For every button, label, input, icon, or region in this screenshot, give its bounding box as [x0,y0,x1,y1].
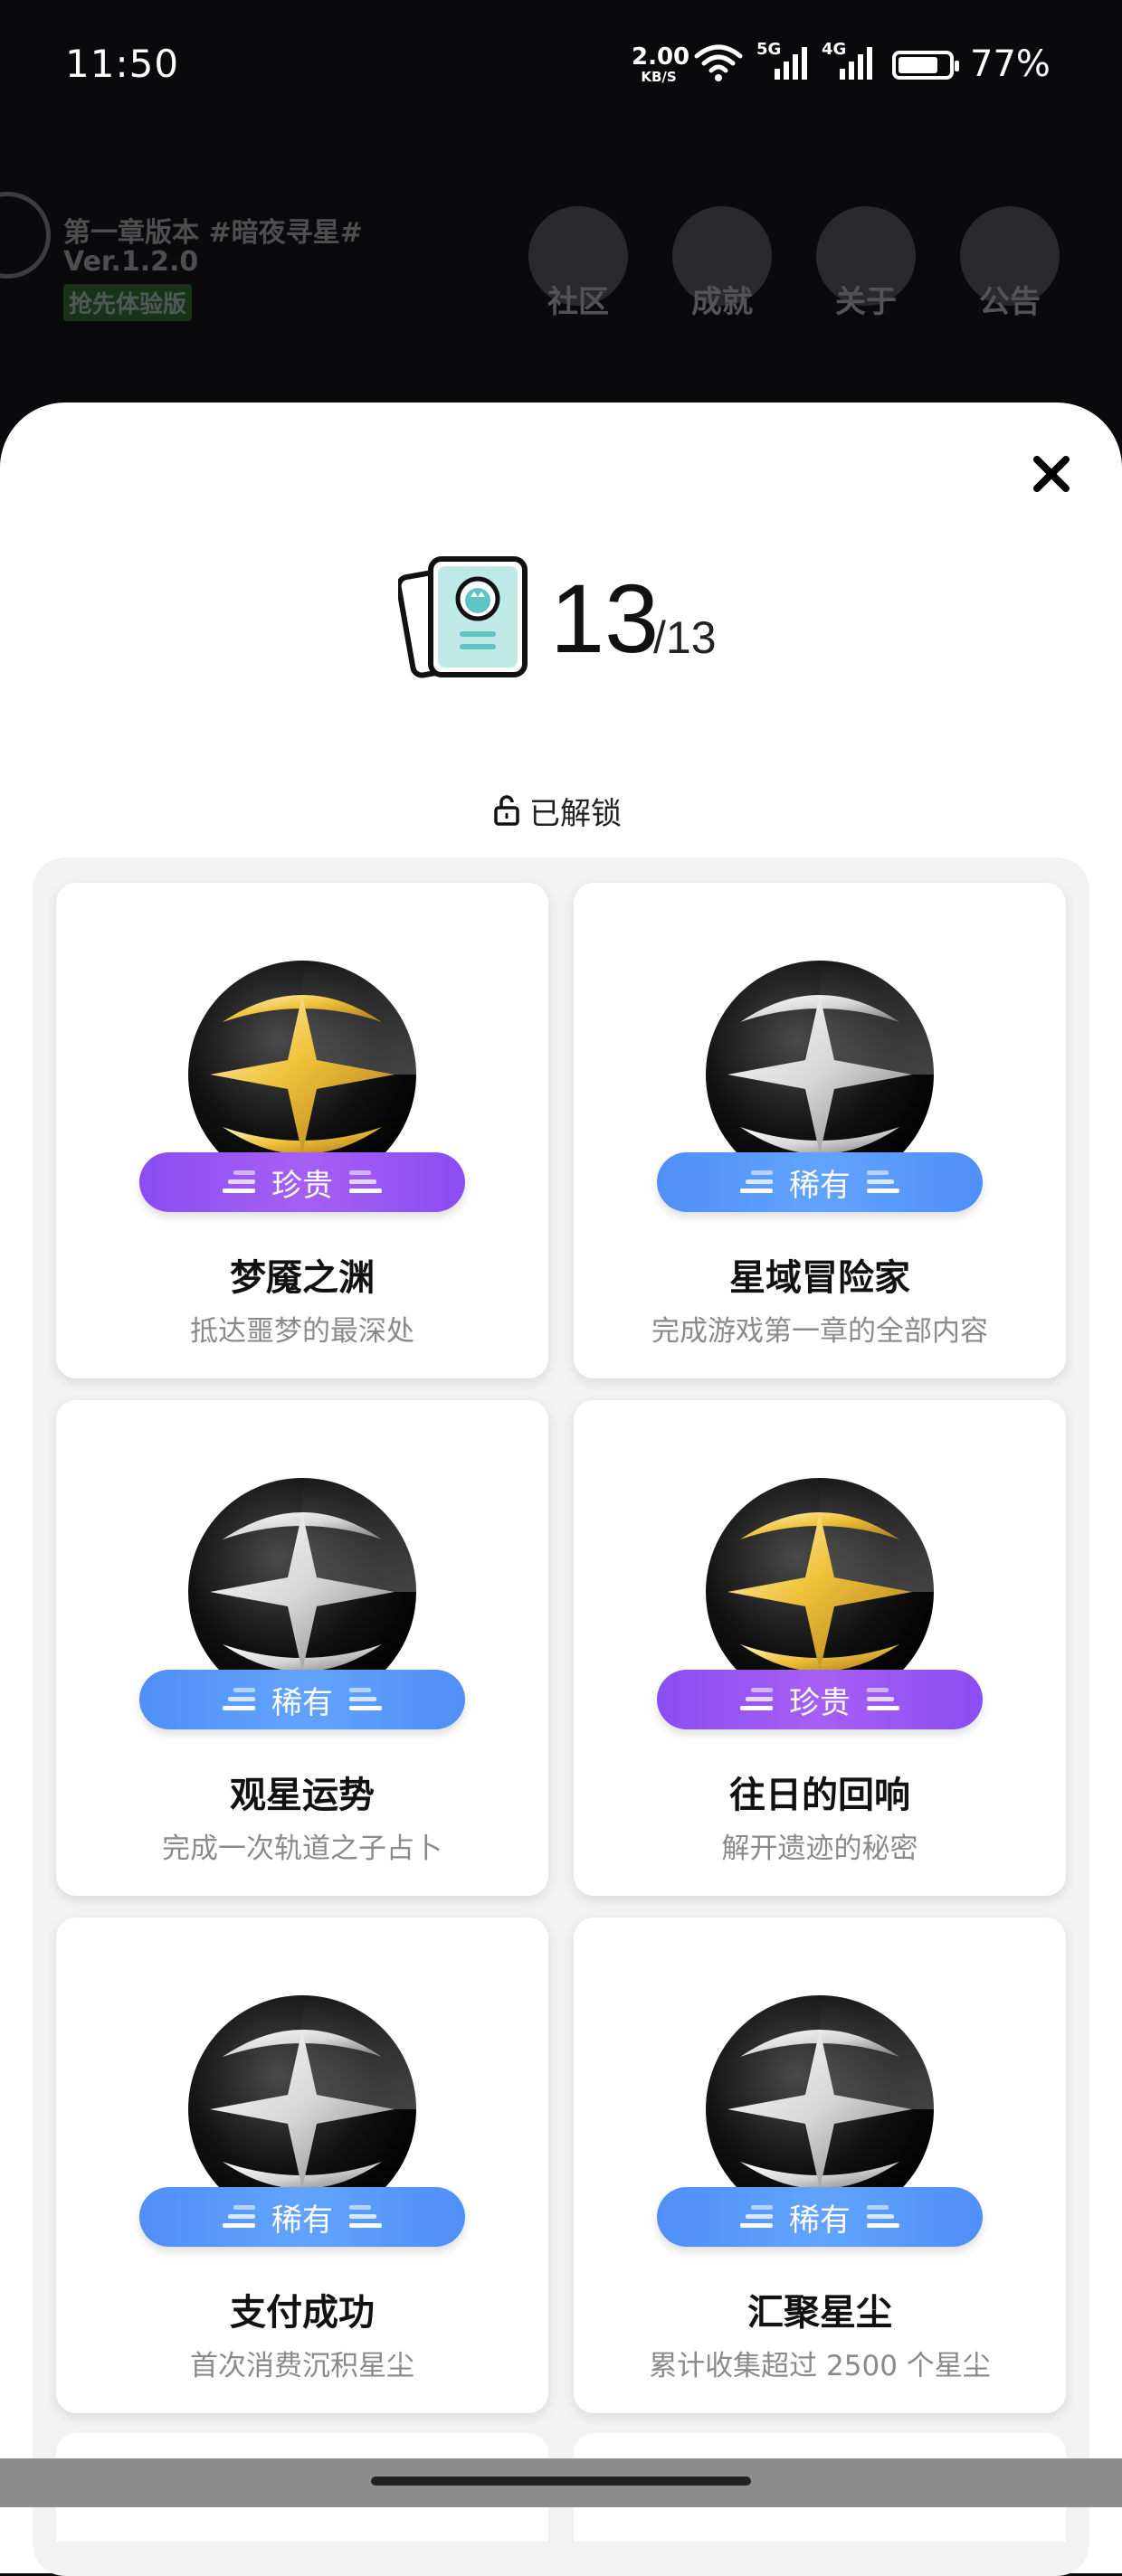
unlock-icon [494,795,519,826]
achievement-card[interactable]: 珍贵 往日的回响 解开遗迹的秘密 [574,1400,1066,1896]
rarity-label: 珍贵 [271,1167,333,1204]
achievement-description: 完成游戏第一章的全部内容 [651,1315,988,1348]
achievement-card[interactable]: 稀有 汇聚星尘 累计收集超过 2500 个星尘 [574,1918,1066,2413]
achievement-card[interactable]: 稀有 星域冒险家 完成游戏第一章的全部内容 [574,883,1066,1378]
rarity-badge: 稀有 [657,1152,983,1212]
background-app-header: 第一章版本 #暗夜寻星# Ver.1.2.0 抢先体验版 社区 成就 关于 公告 [0,136,1122,407]
nav-label-community: 社区 [547,284,609,320]
rarity-label: 稀有 [789,2202,851,2239]
unlocked-label-text: 已解锁 [529,795,622,832]
chapter-title: 第一章版本 #暗夜寻星# [63,217,363,249]
rarity-label: 稀有 [271,2202,333,2239]
achievement-icon: 成就 [672,206,772,320]
achievement-cards-icon [398,556,528,678]
signal-5g-icon [775,47,807,80]
rarity-lines-right-icon [349,2205,382,2228]
rarity-label: 珍贵 [789,1684,851,1721]
nav-label-about: 关于 [835,284,897,320]
rarity-lines-right-icon [867,1688,899,1710]
status-bar: 11:50 2.00 KB/S 5G 4G 77% [0,0,1122,136]
achievement-card[interactable]: 稀有 支付成功 首次消费沉积星尘 [56,1918,548,2413]
achievement-description: 累计收集超过 2500 个星尘 [649,2350,991,2382]
rarity-lines-right-icon [349,1170,382,1193]
early-access-badge: 抢先体验版 [63,284,193,321]
nav-label-announcement: 公告 [979,284,1041,320]
rarity-lines-left-icon [223,1170,255,1193]
gesture-nav-bar [0,2458,1122,2507]
info-icon: 关于 [816,206,916,320]
rarity-lines-right-icon [349,1688,382,1710]
rarity-badge: 珍贵 [139,1152,465,1212]
community-icon: 社区 [528,206,628,320]
app-logo [0,192,51,279]
achievement-title: 梦魇之渊 [230,1257,375,1299]
rarity-lines-right-icon [867,2205,899,2228]
total-count: /13 [653,612,717,663]
rarity-badge: 稀有 [139,2187,465,2247]
achievement-description: 完成一次轨道之子占卜 [162,1833,442,1865]
battery-percent: 77% [970,43,1051,85]
achievement-title: 支付成功 [230,2292,375,2334]
rarity-label: 稀有 [271,1684,333,1721]
rarity-lines-right-icon [867,1170,899,1193]
rarity-badge: 稀有 [657,2187,983,2247]
battery-icon [892,51,959,80]
network-speed: 2.00 KB/S [632,43,690,85]
home-indicator[interactable] [371,2477,751,2486]
rarity-label: 稀有 [789,1167,851,1204]
announcement-icon: 公告 [960,206,1060,320]
rarity-lines-left-icon [740,2205,773,2228]
rarity-lines-left-icon [223,2205,255,2228]
rarity-lines-left-icon [223,1688,255,1710]
unlocked-section-label: 已解锁 [493,792,622,832]
achievement-title: 星域冒险家 [729,1257,910,1299]
achievement-description: 首次消费沉积星尘 [190,2350,414,2382]
network-speed-unit: KB/S [641,69,677,85]
network-speed-value: 2.00 [632,43,690,71]
wifi-icon [694,44,743,81]
signal-4g-icon [840,47,872,80]
status-time: 11:50 [65,42,180,86]
achievement-counter: 13 /13 [398,552,778,687]
rarity-badge: 珍贵 [657,1670,983,1729]
achievement-card[interactable]: 稀有 观星运势 完成一次轨道之子占卜 [56,1400,548,1896]
achievement-description: 抵达噩梦的最深处 [190,1315,414,1348]
achievement-title: 汇聚星尘 [747,2292,892,2334]
achievement-card[interactable]: 珍贵 梦魇之渊 抵达噩梦的最深处 [56,883,548,1378]
unlocked-count: 13 [550,564,660,673]
achievement-description: 解开遗迹的秘密 [721,1833,918,1865]
close-icon[interactable] [1028,450,1075,497]
achievement-title: 往日的回响 [729,1775,910,1816]
rarity-lines-left-icon [740,1688,773,1710]
achievement-title: 观星运势 [230,1775,375,1816]
version-label: Ver.1.2.0 [63,246,199,278]
rarity-badge: 稀有 [139,1670,465,1729]
nav-label-achievement: 成就 [691,284,753,320]
rarity-lines-left-icon [740,1170,773,1193]
